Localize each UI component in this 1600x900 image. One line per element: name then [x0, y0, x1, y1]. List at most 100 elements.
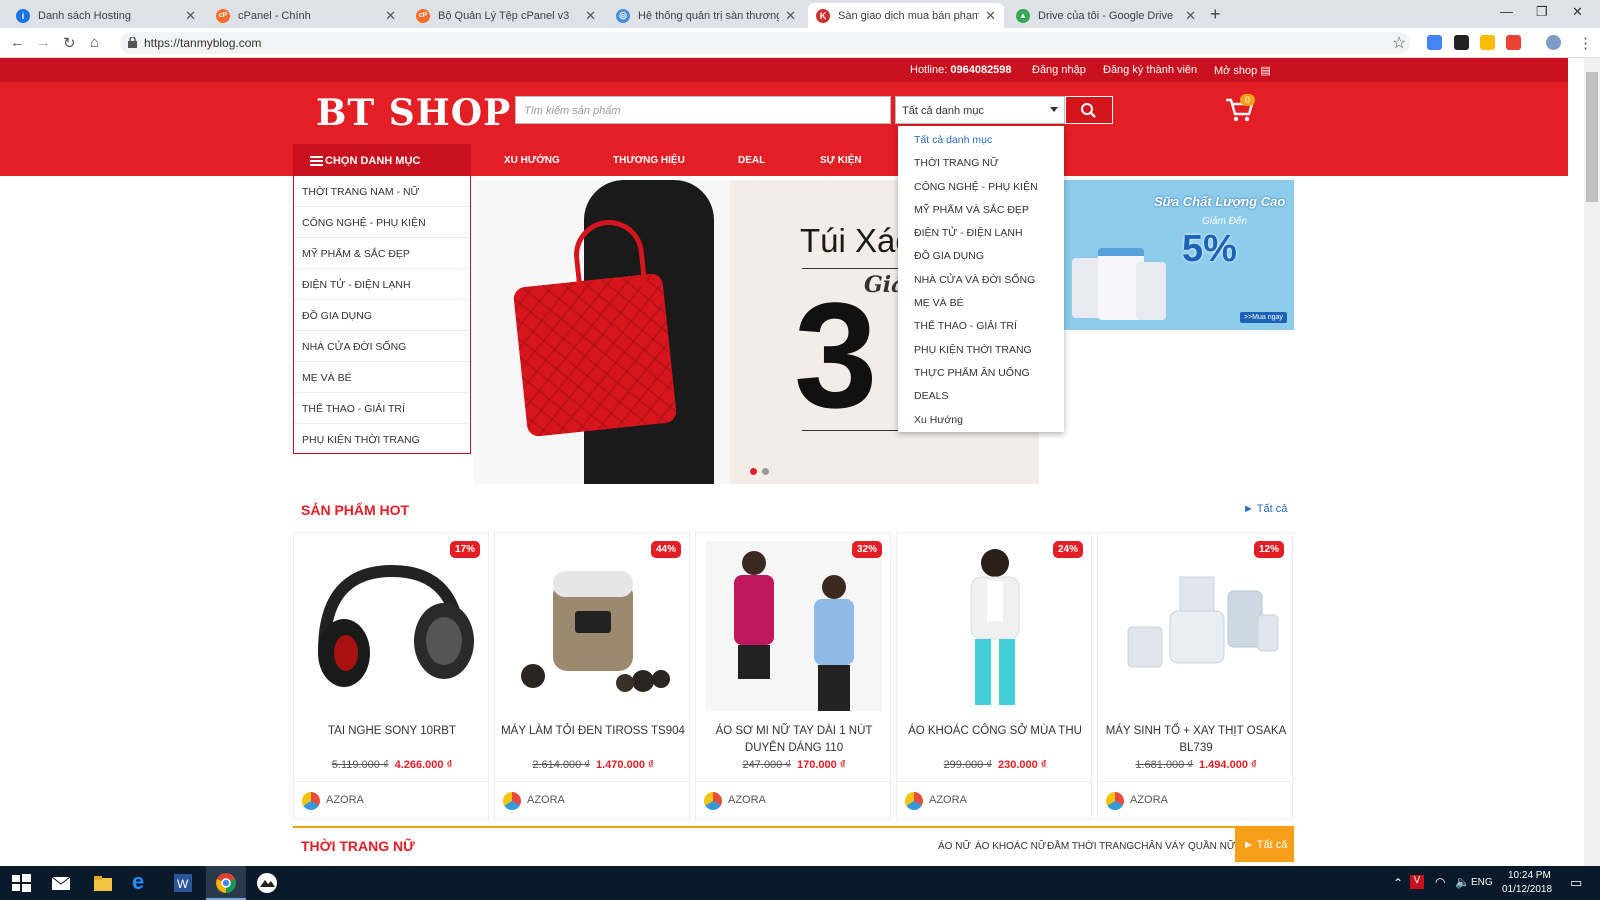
bookmark-star-icon[interactable]: ☆ [1392, 33, 1406, 53]
fashion-link[interactable]: ÁO NỮ [938, 841, 971, 852]
menu-dots-icon[interactable]: ⋮ [1578, 34, 1593, 52]
reload-icon[interactable]: ↻ [63, 34, 76, 52]
edge-browser-icon[interactable]: e [132, 869, 154, 894]
close-window-icon[interactable]: ✕ [1572, 4, 1583, 20]
sidebar-item[interactable]: NHÀ CỬA ĐỜI SỐNG [294, 331, 470, 362]
product-name[interactable]: MÁY LÀM TỎI ĐEN TIROSS TS904 [501, 723, 685, 740]
m-extension-icon[interactable] [1454, 35, 1469, 50]
dropdown-option[interactable]: ĐIỆN TỬ - ĐIỆN LẠNH [898, 223, 1064, 246]
maximize-icon[interactable]: ❐ [1536, 4, 1548, 20]
shop-info[interactable]: AZORA [495, 781, 691, 817]
extension-icon-2[interactable] [1506, 35, 1521, 50]
close-tab-icon[interactable]: ✕ [985, 8, 996, 24]
browser-tab-5-active[interactable]: K Sàn giao dịch mua bán phạm vi c ✕ [808, 3, 1004, 28]
fashion-link[interactable]: QUẦN NỮ [1188, 841, 1235, 852]
browser-tab-6[interactable]: ▲ Drive của tôi - Google Drive ✕ [1008, 3, 1204, 28]
close-tab-icon[interactable]: ✕ [185, 8, 196, 24]
product-name[interactable]: MÁY SINH TỐ + XAY THỊT OSAKA BL739 [1104, 723, 1288, 757]
dropdown-option[interactable]: ĐỒ GIA DỤNG [898, 246, 1064, 269]
word-icon[interactable]: W [172, 872, 194, 894]
sidebar-item[interactable]: ĐIỆN TỬ - ĐIỆN LẠNH [294, 269, 470, 300]
dropdown-option[interactable]: Xu Hướng [898, 410, 1064, 433]
windows-start-icon[interactable] [10, 872, 32, 894]
product-name[interactable]: ÁO SƠ MI NỮ TAY DÀI 1 NÚT DUYÊN DÁNG 110 [702, 723, 886, 757]
browser-tab-3[interactable]: cP Bộ Quản Lý Tệp cPanel v3 ✕ [408, 3, 604, 28]
sidebar-item[interactable]: THỜI TRANG NAM - NỮ [294, 176, 470, 207]
product-name[interactable]: ÁO KHOÁC CÔNG SỞ MÙA THU [903, 723, 1087, 740]
sidebar-item[interactable]: MỸ PHẨM & SẮC ĐẸP [294, 238, 470, 269]
translate-extension-icon[interactable] [1427, 35, 1442, 50]
wifi-icon[interactable]: ◠ [1435, 875, 1445, 889]
fashion-link[interactable]: ÁO KHOÁC NỮ [975, 841, 1046, 852]
fashion-link[interactable]: CHÂN VÁY [1134, 841, 1185, 852]
fashion-view-all-button[interactable]: ► Tất cả [1235, 828, 1294, 862]
slider-dot[interactable] [762, 468, 769, 475]
file-explorer-icon[interactable] [92, 872, 114, 894]
dropdown-option[interactable]: MẸ VÀ BÉ [898, 293, 1064, 316]
product-card[interactable]: 32% ÁO SƠ MI NỮ TAY DÀI 1 NÚT DUYÊN DÁNG… [695, 532, 892, 820]
product-card[interactable]: 17% TAI NGHE SONY 10RBT 5.119.000 ₫ 4.266… [293, 532, 490, 820]
back-arrow-icon[interactable]: ← [10, 34, 25, 51]
dropdown-option[interactable]: CÔNG NGHỆ - PHỤ KIỆN [898, 177, 1064, 200]
dropdown-option[interactable]: DEALS [898, 386, 1064, 409]
sidebar-item[interactable]: PHỤ KIỆN THỜI TRANG [294, 424, 470, 455]
volume-icon[interactable]: 🔈 [1455, 875, 1470, 889]
promo-cta[interactable]: >>Mua ngay [1240, 312, 1287, 323]
product-card[interactable]: 24% ÁO KHOÁC CÔNG SỞ MÙA THU 299.000 ₫ 23… [896, 532, 1093, 820]
sidebar-item[interactable]: ĐỒ GIA DỤNG [294, 300, 470, 331]
search-input[interactable]: Tìm kiếm sản phẩm [515, 96, 891, 124]
clock-time[interactable]: 10:24 PM [1508, 870, 1551, 881]
dropdown-option[interactable]: THỜI TRANG NỮ [898, 153, 1064, 176]
dropdown-option[interactable]: THỂ THAO - GIẢI TRÍ [898, 316, 1064, 339]
home-icon[interactable]: ⌂ [90, 34, 99, 51]
tray-app-icon[interactable]: V [1410, 875, 1424, 889]
open-shop-link[interactable]: Mở shop ▤ [1214, 64, 1271, 77]
dropdown-option[interactable]: MỸ PHẨM VÀ SẮC ĐẸP [898, 200, 1064, 223]
shop-info[interactable]: AZORA [897, 781, 1093, 817]
notification-icon[interactable]: ▭ [1570, 875, 1582, 891]
extension-icon[interactable] [1480, 35, 1495, 50]
sidebar-item[interactable]: CÔNG NGHỆ - PHỤ KIỆN [294, 207, 470, 238]
close-tab-icon[interactable]: ✕ [785, 8, 796, 24]
sidebar-item[interactable]: MẸ VÀ BÉ [294, 362, 470, 393]
new-tab-button[interactable]: + [1210, 4, 1221, 25]
dropdown-option[interactable]: Tất cả danh mục [898, 130, 1064, 153]
chrome-taskbar-button[interactable] [206, 866, 246, 900]
product-card[interactable]: 12% MÁY SINH TỐ + XAY THỊT OSAKA BL739 1… [1097, 532, 1294, 820]
shop-info[interactable]: AZORA [1098, 781, 1294, 817]
register-link[interactable]: Đăng ký thành viên [1103, 64, 1197, 76]
product-name[interactable]: TAI NGHE SONY 10RBT [300, 723, 484, 740]
clock-date[interactable]: 01/12/2018 [1502, 884, 1552, 895]
browser-tab-4[interactable]: ◎ Hệ thống quản trị sàn thương m ✕ [608, 3, 804, 28]
milk-promo-banner[interactable]: Sữa Chất Lượng Cao Giảm Đến 5% >>Mua nga… [1064, 180, 1294, 330]
shop-info[interactable]: AZORA [696, 781, 892, 817]
scrollbar-thumb[interactable] [1586, 72, 1598, 202]
fashion-link[interactable]: ĐẦM THỜI TRANG [1047, 841, 1134, 852]
browser-tab-1[interactable]: i Danh sách Hosting ✕ [8, 3, 204, 28]
forward-arrow-icon[interactable]: → [36, 34, 51, 51]
close-tab-icon[interactable]: ✕ [1185, 8, 1196, 24]
product-card[interactable]: 44% MÁY LÀM TỎI ĐEN TIROSS TS904 2.614.0… [494, 532, 691, 820]
dropdown-option[interactable]: NHÀ CỬA VÀ ĐỜI SỐNG [898, 270, 1064, 293]
tray-arrow-icon[interactable]: ⌃ [1393, 876, 1403, 890]
site-logo[interactable]: BT SHOP [316, 92, 511, 134]
profile-avatar-icon[interactable] [1546, 35, 1561, 50]
sidebar-item[interactable]: THỂ THAO - GIẢI TRÍ [294, 393, 470, 424]
nav-trending[interactable]: XU HƯỚNG [504, 155, 560, 166]
app-icon[interactable] [256, 872, 278, 894]
category-select[interactable]: Tất cả danh mục [895, 96, 1065, 124]
language-indicator[interactable]: ENG [1471, 877, 1493, 888]
nav-events[interactable]: SỰ KIỆN [820, 155, 862, 166]
browser-tab-2[interactable]: cP cPanel - Chính ✕ [208, 3, 404, 28]
hot-view-all-link[interactable]: ► Tất cả [1243, 503, 1287, 515]
login-link[interactable]: Đăng nhập [1032, 64, 1086, 76]
url-bar[interactable]: https://tanmyblog.com [120, 32, 1410, 54]
dropdown-option[interactable]: THỰC PHẨM ĂN UỐNG [898, 363, 1064, 386]
dropdown-option[interactable]: PHỤ KIỆN THỜI TRANG [898, 340, 1064, 363]
nav-brands[interactable]: THƯƠNG HIỆU [613, 155, 685, 166]
nav-deal[interactable]: DEAL [738, 155, 765, 166]
search-button[interactable] [1065, 96, 1113, 124]
mail-icon[interactable] [50, 872, 72, 894]
page-scrollbar[interactable] [1584, 58, 1600, 866]
slider-dot-active[interactable] [750, 468, 757, 475]
